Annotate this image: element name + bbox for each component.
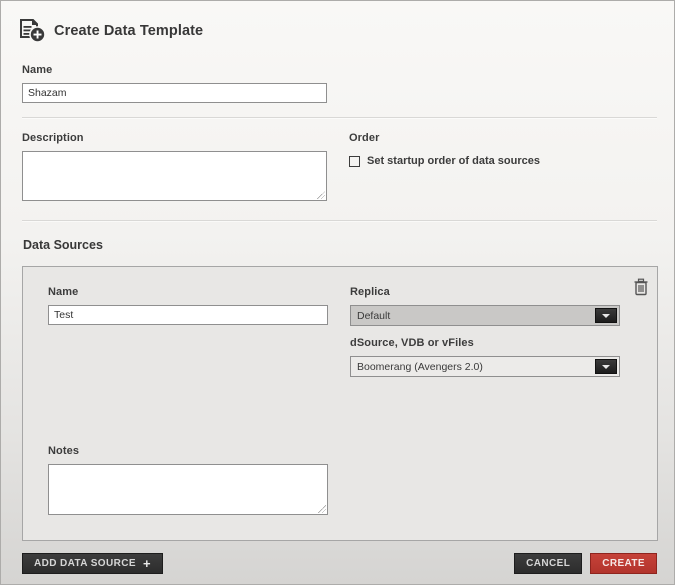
name-input[interactable] (22, 83, 327, 103)
chevron-down-icon (602, 365, 610, 369)
replica-selected-value: Default (351, 310, 619, 322)
create-button[interactable]: CREATE (590, 553, 657, 574)
description-textarea[interactable] (22, 151, 327, 201)
description-label: Description (22, 132, 327, 144)
source-name-label: Name (48, 286, 328, 298)
dropdown-button[interactable] (595, 308, 617, 323)
dsource-label: dSource, VDB or vFiles (350, 337, 620, 349)
divider (22, 117, 657, 119)
notes-label: Notes (48, 445, 633, 457)
dsource-selected-value: Boomerang (Avengers 2.0) (351, 361, 619, 373)
startup-order-checkbox-row[interactable]: Set startup order of data sources (349, 155, 619, 167)
add-data-source-button[interactable]: ADD DATA SOURCE + (22, 553, 163, 574)
startup-order-checkbox-label: Set startup order of data sources (367, 155, 540, 167)
dialog-header: Create Data Template (19, 19, 657, 43)
trash-icon[interactable] (633, 278, 649, 296)
plus-icon: + (143, 557, 151, 570)
source-name-input[interactable] (48, 305, 328, 325)
replica-select[interactable]: Default (350, 305, 620, 326)
notes-textarea[interactable] (48, 464, 328, 515)
data-source-card: Name Replica Default dSource, VDB or vFi… (22, 266, 658, 541)
cancel-button[interactable]: CANCEL (514, 553, 582, 574)
divider (22, 220, 657, 222)
order-label: Order (349, 132, 619, 144)
dialog-title: Create Data Template (54, 23, 203, 39)
replica-label: Replica (350, 286, 620, 298)
data-sources-heading: Data Sources (23, 238, 657, 252)
dropdown-button[interactable] (595, 359, 617, 374)
chevron-down-icon (602, 314, 610, 318)
name-label: Name (22, 64, 657, 76)
dsource-select[interactable]: Boomerang (Avengers 2.0) (350, 356, 620, 377)
create-data-template-dialog: Create Data Template Name Description Or… (0, 0, 675, 585)
dialog-footer: ADD DATA SOURCE + CANCEL CREATE (22, 553, 657, 574)
startup-order-checkbox[interactable] (349, 156, 360, 167)
document-add-icon (19, 19, 46, 43)
add-data-source-label: ADD DATA SOURCE (34, 558, 136, 569)
